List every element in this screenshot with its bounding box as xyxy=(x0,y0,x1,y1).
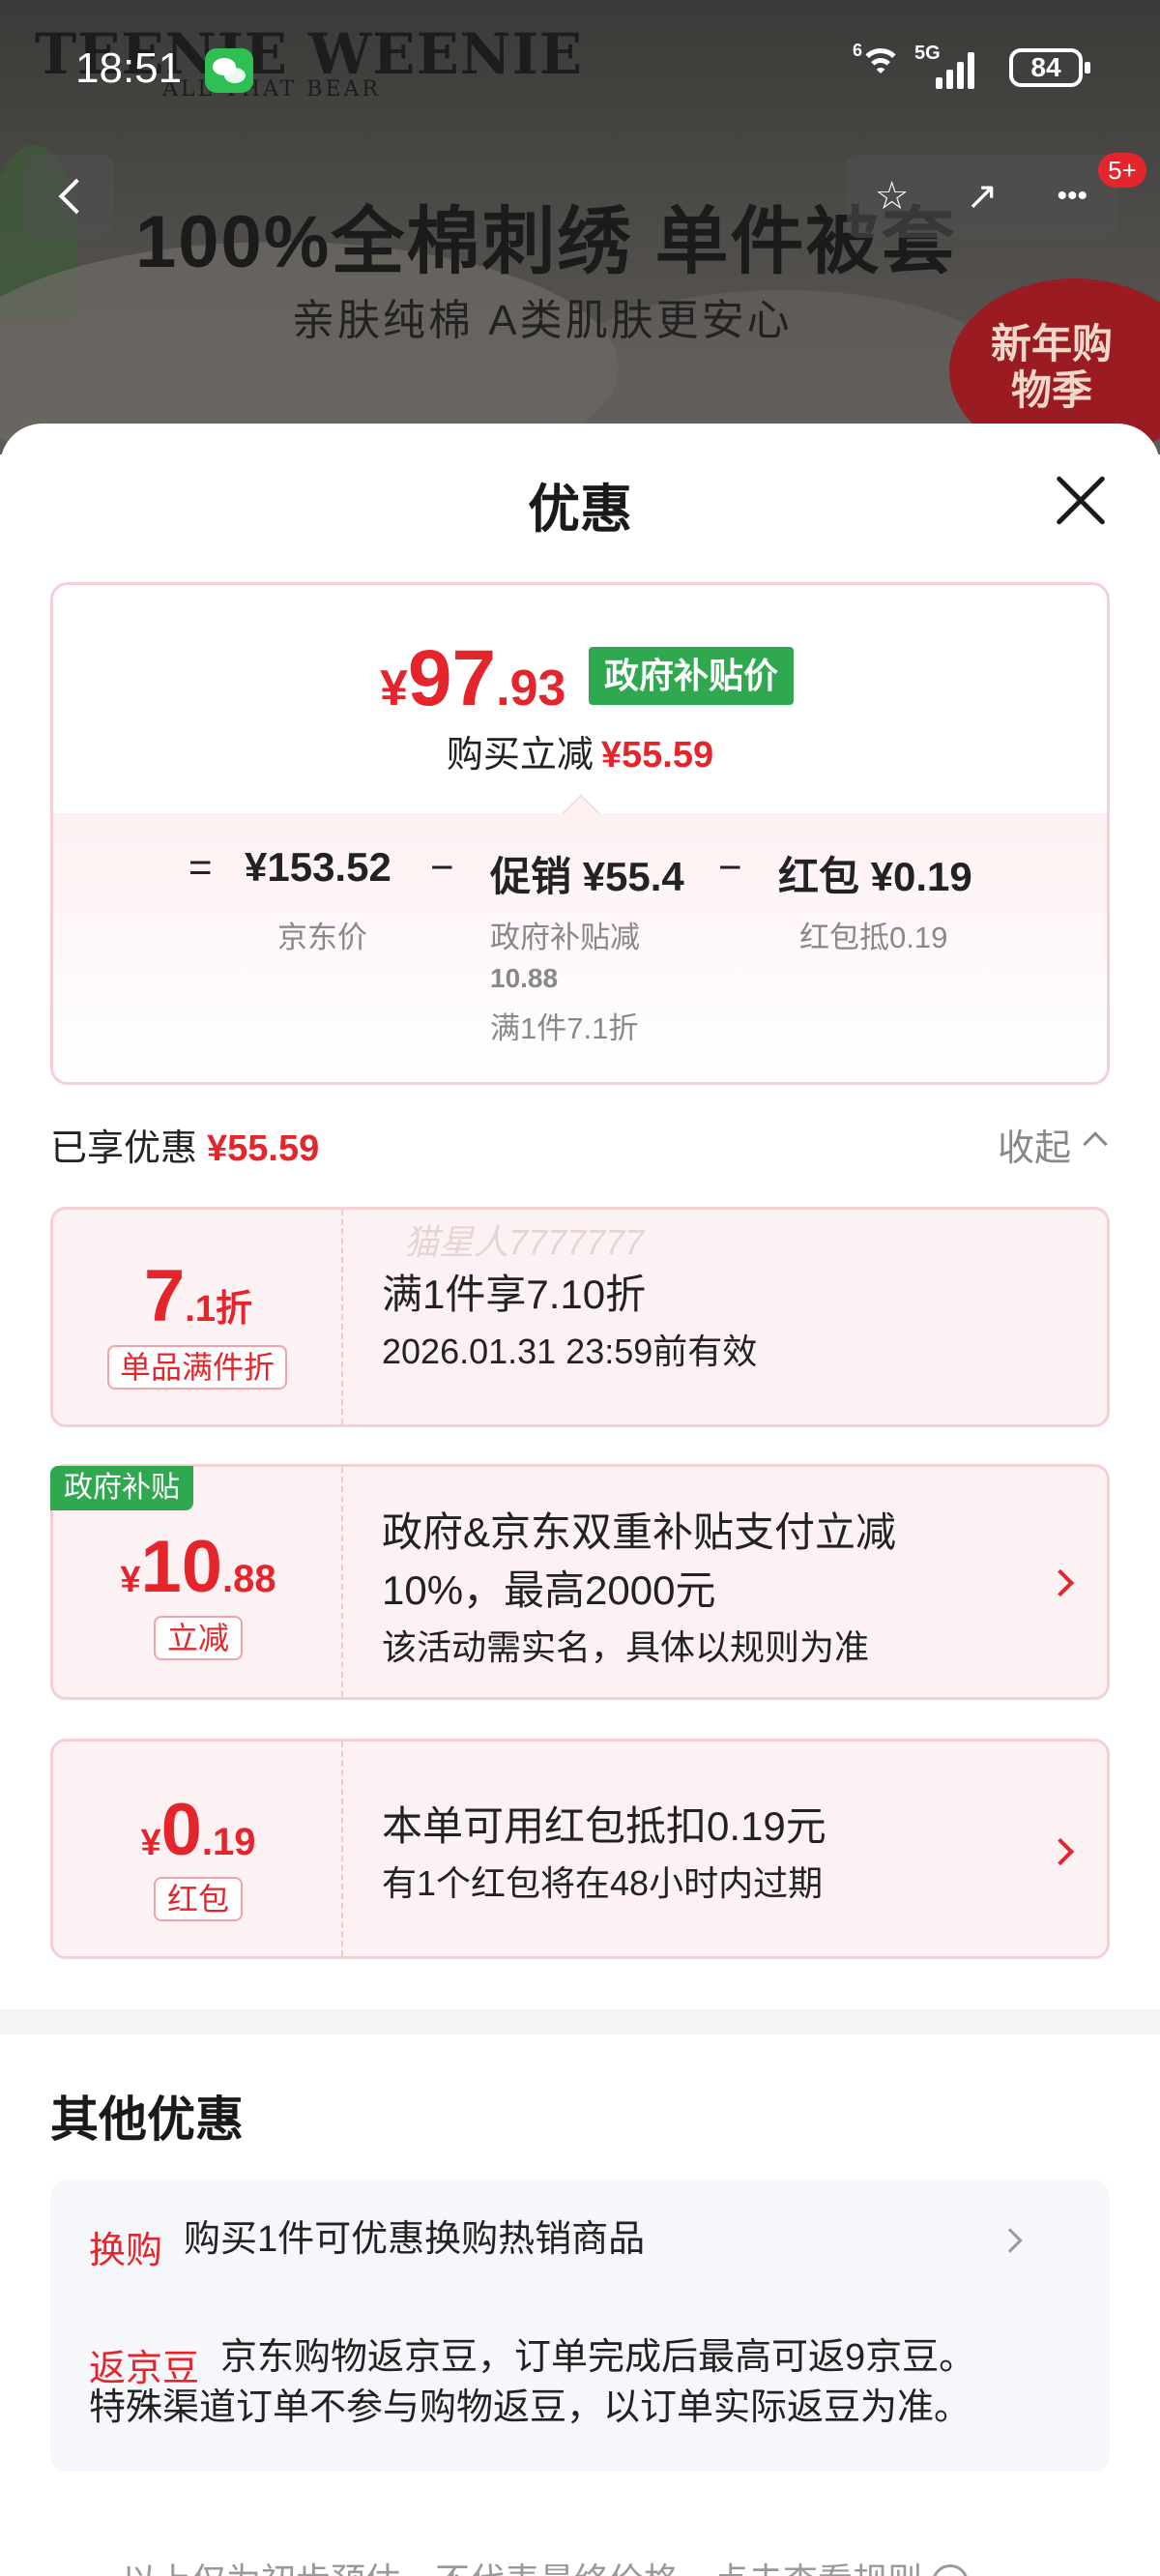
coupon-amount: ¥ 0 .19 xyxy=(140,1789,256,1871)
wifi-label: 6 xyxy=(853,41,863,60)
promo-sub-amount: 10.88 xyxy=(490,963,559,993)
coupon-title: 本单可用红包抵扣0.19元 xyxy=(382,1803,826,1849)
more-icon[interactable]: ••• xyxy=(1038,180,1106,213)
gov-subsidy-price-tag: 政府补贴价 xyxy=(589,647,795,705)
coupon-title-cont: 10%，最高2000元 xyxy=(382,1567,716,1613)
coupon-type-tag: 立减 xyxy=(154,1616,243,1660)
coupon-amount: 7 .1折 xyxy=(144,1255,252,1337)
discount-sheet: 优惠 ¥ 97 .93 政府补贴价 购买立减 ¥55.59 = ¥153.52 −… xyxy=(0,424,1160,2576)
banner-subline: 亲肤纯棉 A类肌肤更安心 xyxy=(292,297,793,344)
promo-amount: 促销 ¥55.4 xyxy=(490,854,684,899)
banner-headline: 100%全棉刺绣 单件被套 xyxy=(135,201,957,283)
sheet-title: 优惠 xyxy=(528,481,632,539)
hongbao-label: 红包抵0.19 xyxy=(799,921,948,954)
other-discounts-title: 其他优惠 xyxy=(50,2093,244,2147)
status-bar: 18:51 6 5G 84 xyxy=(0,0,1160,135)
enjoyed-discount: 已享优惠 ¥55.59 xyxy=(50,1128,320,1169)
chevron-right-icon[interactable] xyxy=(1046,1837,1075,1866)
battery-icon: 84 xyxy=(1009,48,1090,87)
info-icon[interactable] xyxy=(932,2564,970,2576)
watermark: 猫星人7777777 xyxy=(404,1222,645,1262)
footer-note[interactable]: 以上仅为初步预估，不代表最终价格，点击查看规则 xyxy=(122,2553,970,2576)
coupon-type-tag: 红包 xyxy=(154,1877,243,1921)
wifi-icon: 6 xyxy=(853,41,905,89)
coupon-title: 政府&京东双重补贴支付立减 xyxy=(382,1509,897,1555)
new-year-badge-text: 新年购物季 xyxy=(990,321,1113,413)
exchange-tag[interactable]: 换购 xyxy=(89,2220,162,2273)
promo-sub-gov: 政府补贴减 xyxy=(490,921,640,954)
section-divider xyxy=(0,2009,1160,2034)
coupon-card-gov-subsidy[interactable]: ¥ 10 .88 立减 政府&京东双重补贴支付立减 10%，最高2000元 该活… xyxy=(50,1464,1110,1700)
minus-sign: − xyxy=(718,844,742,890)
back-button[interactable] xyxy=(25,155,114,238)
final-price: ¥ 97 .93 xyxy=(380,634,566,722)
jingdou-text: 京东购物返京豆，订单完成后最高可返9京豆。 xyxy=(220,2337,976,2378)
price-breakdown-card: ¥ 97 .93 政府补贴价 购买立减 ¥55.59 = ¥153.52 − 促销… xyxy=(50,582,1110,1085)
close-icon[interactable] xyxy=(1054,474,1108,528)
wechat-icon xyxy=(205,48,253,93)
cart-badge: 5+ xyxy=(1098,153,1146,188)
minus-sign: − xyxy=(430,844,454,890)
equals-sign: = xyxy=(188,844,213,890)
exchange-text[interactable]: 购买1件可优惠换购热销商品 xyxy=(184,2214,645,2265)
coupon-card-hongbao[interactable]: ¥ 0 .19 红包 本单可用红包抵扣0.19元 有1个红包将在48小时内过期 xyxy=(50,1739,1110,1959)
coupon-note: 有1个红包将在48小时内过期 xyxy=(382,1863,824,1903)
coupon-note: 该活动需实名，具体以规则为准 xyxy=(382,1627,870,1667)
collapse-button[interactable]: 收起 xyxy=(998,1118,1071,1171)
coupon-type-tag: 单品满件折 xyxy=(107,1345,287,1390)
jd-price: ¥153.52 xyxy=(245,844,392,890)
coupon-amount: ¥ 10 .88 xyxy=(120,1526,276,1608)
system-icons: 6 5G 84 xyxy=(853,41,1090,93)
gov-subsidy-corner-tag: 政府补贴 xyxy=(50,1466,193,1510)
chevron-up-icon[interactable] xyxy=(1083,1131,1108,1156)
jd-price-label: 京东价 xyxy=(277,921,367,954)
coupon-validity: 2026.01.31 23:59前有效 xyxy=(382,1332,758,1371)
signal-icon: 5G xyxy=(914,43,988,89)
coupon-title: 满1件享7.10折 xyxy=(382,1272,647,1317)
promo-sub-discount: 满1件7.1折 xyxy=(490,1011,639,1045)
nav-actions: ☆ ↗ ••• xyxy=(847,155,1117,238)
chevron-right-icon[interactable] xyxy=(1046,1568,1075,1597)
jingdou-text-cont: 特殊渠道订单不参与购物返豆，以订单实际返豆为准。 xyxy=(89,2387,972,2428)
favorite-icon[interactable]: ☆ xyxy=(858,174,926,219)
instant-reduce-line: 购买立减 ¥55.59 xyxy=(446,735,714,776)
status-time: 18:51 xyxy=(75,44,183,92)
hongbao-amount: 红包 ¥0.19 xyxy=(778,854,972,899)
share-icon[interactable]: ↗ xyxy=(948,174,1016,219)
